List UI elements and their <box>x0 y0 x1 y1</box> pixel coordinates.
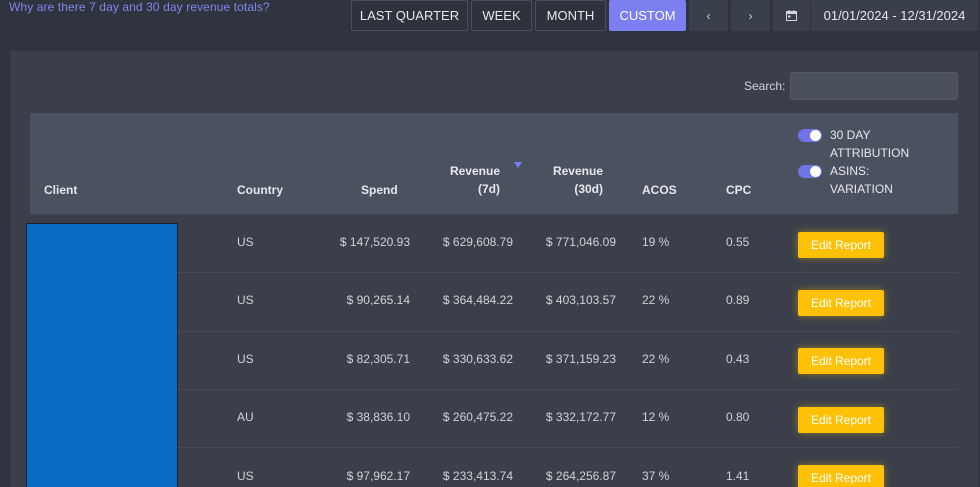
revenue-7d-cell: $ 364,484.22 <box>442 293 513 307</box>
edit-report-button[interactable]: Edit Report <box>798 290 884 316</box>
spend-cell: $ 147,520.93 <box>339 235 410 249</box>
country-cell: US <box>237 469 254 483</box>
header-revenue-7d-line1: Revenue <box>449 164 500 178</box>
revenue-30d-cell: $ 332,172.77 <box>545 410 616 424</box>
chevron-left-icon: ‹ <box>706 8 711 23</box>
header-acos[interactable]: ACOS <box>642 181 677 199</box>
spend-cell: $ 97,962.17 <box>346 469 410 483</box>
revenue-totals-help-link[interactable]: Why are there 7 day and 30 day revenue t… <box>9 0 270 14</box>
header-client[interactable]: Client <box>44 181 77 199</box>
revenue-7d-cell: $ 233,413.74 <box>442 469 513 483</box>
acos-cell: 22 % <box>642 293 670 307</box>
header-revenue-30d-line1: Revenue <box>552 164 603 178</box>
revenue-30d-cell: $ 771,046.09 <box>545 235 616 249</box>
revenue-30d-cell: $ 371,159.23 <box>545 352 616 366</box>
table-row: US $ 97,962.17 $ 233,413.74 $ 264,256.87… <box>178 448 958 487</box>
header-cpc[interactable]: CPC <box>726 181 751 199</box>
header-revenue-30d-line2: (30d) <box>574 182 603 196</box>
calendar-icon <box>786 10 797 21</box>
acos-cell: 22 % <box>642 352 670 366</box>
edit-report-button[interactable]: Edit Report <box>798 232 884 258</box>
header-revenue-7d-line2: (7d) <box>478 182 500 196</box>
cpc-cell: 0.43 <box>726 352 750 366</box>
country-cell: US <box>237 352 254 366</box>
revenue-30d-cell: $ 403,103.57 <box>545 293 616 307</box>
cpc-cell: 1.41 <box>726 469 750 483</box>
date-picker-button[interactable] <box>773 0 810 31</box>
revenue-7d-cell: $ 330,633.62 <box>442 352 513 366</box>
edit-report-button[interactable]: Edit Report <box>798 407 884 433</box>
table-row: US $ 90,265.14 $ 364,484.22 $ 403,103.57… <box>178 273 958 332</box>
asins-variation-label: ASINS: VARIATION <box>830 164 893 196</box>
header-spend[interactable]: Spend <box>361 181 398 199</box>
spend-cell: $ 38,836.10 <box>346 410 410 424</box>
week-button[interactable]: WEEK <box>471 0 532 31</box>
edit-report-button[interactable]: Edit Report <box>798 348 884 374</box>
revenue-30d-cell: $ 264,256.87 <box>545 469 616 483</box>
table-row: US $ 82,305.71 $ 330,633.62 $ 371,159.23… <box>178 331 958 390</box>
custom-button[interactable]: CUSTOM <box>609 0 686 31</box>
date-range-display[interactable]: 01/01/2024 - 12/31/2024 <box>811 0 978 31</box>
acos-cell: 19 % <box>642 235 670 249</box>
client-names-redacted <box>26 223 178 487</box>
spend-cell: $ 82,305.71 <box>346 352 410 366</box>
previous-period-button[interactable]: ‹ <box>689 0 728 31</box>
search-input[interactable] <box>790 72 958 100</box>
revenue-7d-cell: $ 260,475.22 <box>442 410 513 424</box>
header-country[interactable]: Country <box>237 181 283 199</box>
sort-descending-icon <box>514 162 522 168</box>
table-row: US $ 147,520.93 $ 629,608.79 $ 771,046.0… <box>178 214 958 273</box>
month-button[interactable]: MONTH <box>535 0 606 31</box>
spend-cell: $ 90,265.14 <box>346 293 410 307</box>
acos-cell: 12 % <box>642 410 670 424</box>
country-cell: US <box>237 293 254 307</box>
cpc-cell: 0.55 <box>726 235 750 249</box>
revenue-7d-cell: $ 629,608.79 <box>442 235 513 249</box>
next-period-button[interactable]: › <box>731 0 770 31</box>
country-cell: AU <box>237 410 254 424</box>
chevron-right-icon: › <box>748 8 753 23</box>
last-quarter-button[interactable]: LAST QUARTER <box>351 0 468 31</box>
asins-variation-toggle[interactable] <box>798 165 822 178</box>
edit-report-button[interactable]: Edit Report <box>798 465 884 487</box>
attribution-30-day-label: 30 DAY ATTRIBUTION <box>830 128 910 160</box>
cpc-cell: 0.89 <box>726 293 750 307</box>
acos-cell: 37 % <box>642 469 670 483</box>
header-revenue-7d[interactable]: Revenue (7d) <box>440 162 500 198</box>
search-label: Search: <box>744 79 786 93</box>
country-cell: US <box>237 235 254 249</box>
attribution-30-day-toggle[interactable] <box>798 129 822 142</box>
cpc-cell: 0.80 <box>726 410 750 424</box>
header-revenue-30d[interactable]: Revenue (30d) <box>543 162 603 198</box>
table-row: AU $ 38,836.10 $ 260,475.22 $ 332,172.77… <box>178 389 958 448</box>
